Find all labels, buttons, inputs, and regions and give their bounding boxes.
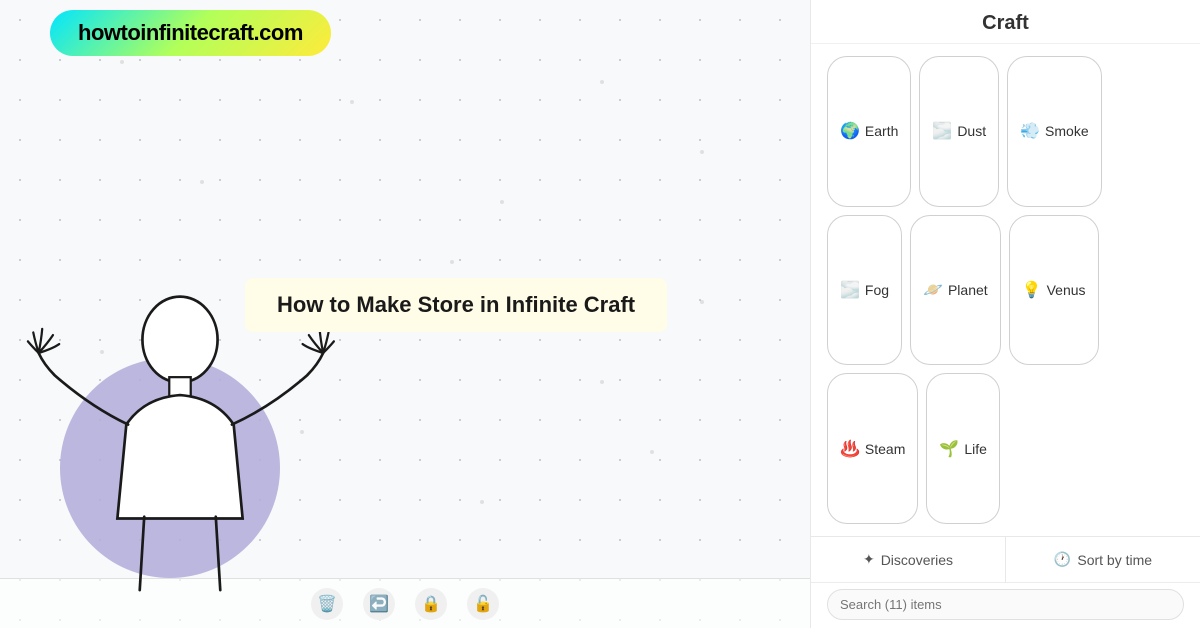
element-chip-planet[interactable]: 🪐 Planet	[910, 215, 1001, 366]
element-label-life: Life	[964, 441, 987, 457]
element-emoji-smoke: 💨	[1020, 121, 1040, 141]
element-label-steam: Steam	[865, 441, 905, 457]
element-label-earth: Earth	[865, 123, 898, 139]
element-emoji-life: 🌱	[939, 439, 959, 459]
toolbar-unlock-icon[interactable]: 🔓	[467, 588, 499, 620]
element-chip-fog[interactable]: 🌫️ Fog	[827, 215, 902, 366]
discoveries-icon: ✦	[863, 551, 875, 568]
element-label-smoke: Smoke	[1045, 123, 1089, 139]
search-area	[811, 582, 1200, 628]
element-chip-dust[interactable]: 🌫️ Dust	[919, 56, 999, 207]
element-emoji-steam: ♨️	[840, 439, 860, 459]
search-input[interactable]	[827, 589, 1184, 620]
element-chip-life[interactable]: 🌱 Life	[926, 373, 1000, 524]
element-label-venus: Venus	[1047, 282, 1086, 298]
discoveries-button[interactable]: ✦ Discoveries	[811, 537, 1006, 582]
element-emoji-planet: 🪐	[923, 280, 943, 300]
sort-by-time-label: Sort by time	[1077, 552, 1152, 568]
sort-by-time-button[interactable]: 🕐 Sort by time	[1006, 537, 1200, 582]
clock-icon: 🕐	[1054, 551, 1071, 568]
element-emoji-earth: 🌍	[840, 121, 860, 141]
element-chip-venus[interactable]: 💡 Venus	[1009, 215, 1099, 366]
page-title: How to Make Store in Infinite Craft	[245, 278, 667, 332]
site-banner-text: howtoinfinitecraft.com	[78, 20, 303, 45]
discoveries-label: Discoveries	[881, 552, 953, 568]
page-title-text: How to Make Store in Infinite Craft	[277, 292, 635, 317]
craft-header: Craft	[811, 0, 1200, 44]
element-chip-smoke[interactable]: 💨 Smoke	[1007, 56, 1102, 207]
elements-grid: 🌍 Earth 🌫️ Dust 💨 Smoke 🌫️ Fog 🪐 Planet 💡 Venus ♨️ St…	[811, 44, 1200, 536]
site-banner: howtoinfinitecraft.com	[50, 10, 331, 56]
element-emoji-fog: 🌫️	[840, 280, 860, 300]
element-emoji-venus: 💡	[1022, 280, 1042, 300]
element-chip-earth[interactable]: 🌍 Earth	[827, 56, 911, 207]
element-label-dust: Dust	[957, 123, 986, 139]
bottom-bar: ✦ Discoveries 🕐 Sort by time	[811, 536, 1200, 582]
element-label-fog: Fog	[865, 282, 889, 298]
craft-title: Craft	[982, 12, 1029, 34]
element-chip-steam[interactable]: ♨️ Steam	[827, 373, 918, 524]
right-panel: Craft 🌍 Earth 🌫️ Dust 💨 Smoke 🌫️ Fog 🪐 Planet 💡 Ven…	[810, 0, 1200, 628]
element-label-planet: Planet	[948, 282, 988, 298]
element-emoji-dust: 🌫️	[932, 121, 952, 141]
